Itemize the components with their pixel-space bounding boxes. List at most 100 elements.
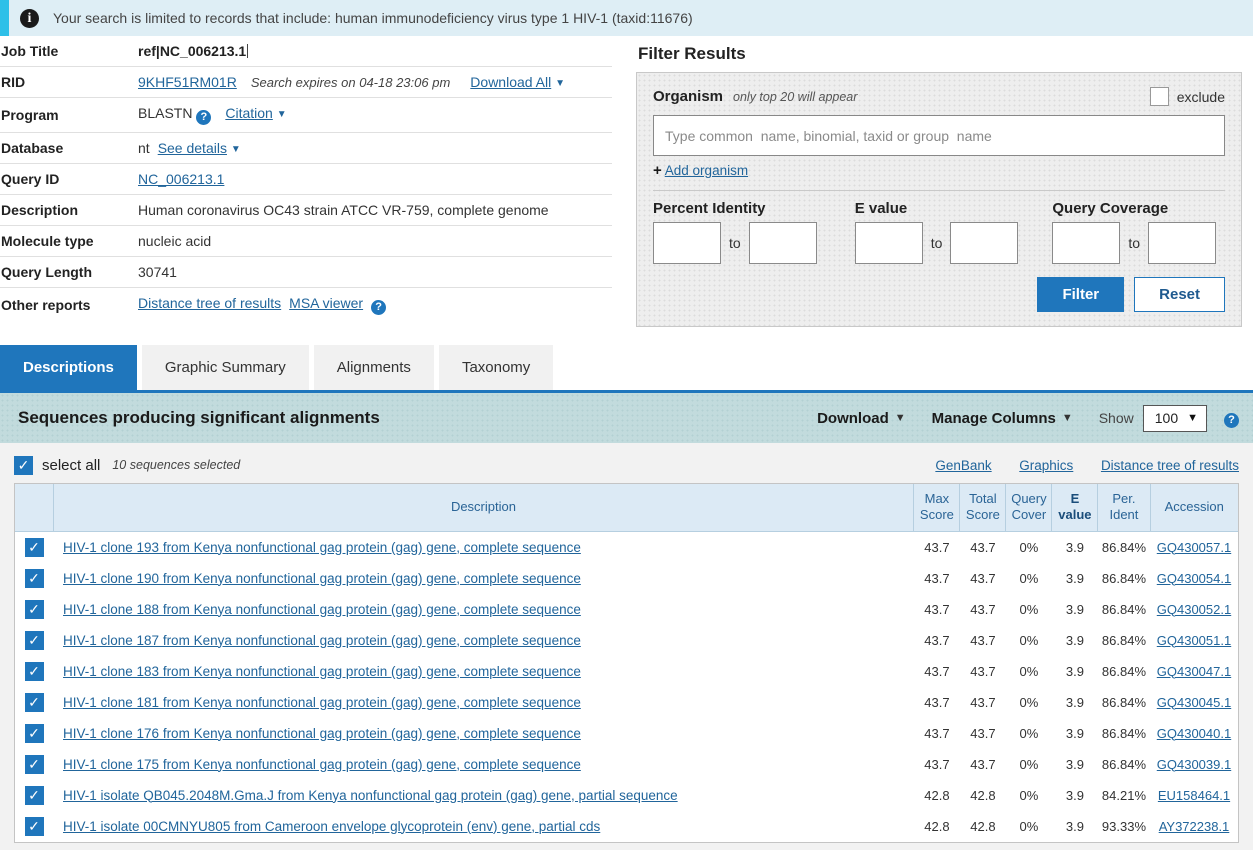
evalue-from-input[interactable] <box>854 222 923 264</box>
filter-results-title: Filter Results <box>638 44 746 63</box>
row-accession-link[interactable]: GQ430054.1 <box>1157 571 1231 586</box>
query-id-link[interactable]: NC_006213.1 <box>138 171 224 187</box>
row-description-link[interactable]: HIV-1 clone 183 from Kenya nonfunctional… <box>63 664 581 679</box>
msa-viewer-link[interactable]: MSA viewer <box>289 295 363 311</box>
row-description-cell: HIV-1 clone 175 from Kenya nonfunctional… <box>53 749 914 780</box>
chevron-down-icon[interactable]: ▼ <box>277 109 287 120</box>
summary-row-query-id: Query ID NC_006213.1 <box>0 163 612 195</box>
tab-taxonomy[interactable]: Taxonomy <box>438 345 554 390</box>
help-icon[interactable]: ? <box>196 110 212 125</box>
evalue-to-input[interactable] <box>950 222 1019 264</box>
row-accession-link[interactable]: GQ430039.1 <box>1157 757 1231 772</box>
graphics-link[interactable]: Graphics <box>1019 458 1073 473</box>
chevron-down-icon[interactable]: ▼ <box>555 78 565 89</box>
row-accession-link[interactable]: GQ430052.1 <box>1157 602 1231 617</box>
row-query-cover: 0% <box>1019 539 1039 555</box>
genbank-link[interactable]: GenBank <box>935 458 991 473</box>
header-evalue-line1: E <box>1070 491 1080 506</box>
row-checkbox[interactable]: ✓ <box>24 568 44 588</box>
percent-identity-to-input[interactable] <box>748 222 817 264</box>
row-accession-link[interactable]: GQ430047.1 <box>1157 664 1231 679</box>
header-accession[interactable]: Accession <box>1150 484 1238 532</box>
header-total-score[interactable]: Total Score <box>959 484 1007 532</box>
help-icon[interactable]: ? <box>1224 409 1239 428</box>
download-menu-label[interactable]: Download <box>817 410 889 427</box>
plus-icon: + <box>653 162 662 179</box>
exclude-checkbox[interactable] <box>1149 87 1169 106</box>
manage-columns-menu-label[interactable]: Manage Columns <box>932 410 1056 427</box>
tab-graphic-summary[interactable]: Graphic Summary <box>141 345 309 390</box>
row-checkbox[interactable]: ✓ <box>24 754 44 774</box>
row-accession-cell: GQ430054.1 <box>1150 563 1238 594</box>
row-checkbox[interactable]: ✓ <box>24 723 44 743</box>
row-accession-link[interactable]: GQ430040.1 <box>1157 726 1231 741</box>
row-checkbox[interactable]: ✓ <box>24 537 44 557</box>
query-coverage-to-input[interactable] <box>1148 222 1217 264</box>
row-description-link[interactable]: HIV-1 clone 190 from Kenya nonfunctional… <box>63 571 581 586</box>
add-organism-link[interactable]: Add organism <box>665 163 748 178</box>
row-checkbox[interactable]: ✓ <box>24 816 44 836</box>
row-accession-link[interactable]: GQ430057.1 <box>1157 540 1231 555</box>
row-accession-cell: GQ430057.1 <box>1150 531 1238 563</box>
header-evalue-line2: value <box>1058 507 1092 523</box>
row-accession-cell: EU158464.1 <box>1150 780 1238 811</box>
chevron-down-icon[interactable]: ▼ <box>1062 412 1073 424</box>
header-per-ident[interactable]: Per. Ident <box>1097 484 1151 532</box>
percent-identity-group: Percent Identity to <box>653 200 817 264</box>
see-details-link[interactable]: See details <box>158 140 227 156</box>
distance-tree-results-link[interactable]: Distance tree of results <box>1101 458 1239 473</box>
row-description-link[interactable]: HIV-1 clone 193 from Kenya nonfunctional… <box>63 540 581 555</box>
row-description-link[interactable]: HIV-1 clone 181 from Kenya nonfunctional… <box>63 695 581 710</box>
search-limit-text: Your search is limited to records that i… <box>53 10 693 26</box>
download-all-link[interactable]: Download All <box>470 74 551 90</box>
header-max-score[interactable]: Max Score <box>913 484 961 532</box>
add-organism-row[interactable]: + Add organism <box>653 162 1225 179</box>
header-evalue[interactable]: E value <box>1051 484 1099 532</box>
tab-descriptions[interactable]: Descriptions <box>0 345 137 390</box>
distance-tree-link[interactable]: Distance tree of results <box>138 295 281 311</box>
row-checkbox[interactable]: ✓ <box>24 599 44 619</box>
row-checkbox[interactable]: ✓ <box>24 692 44 712</box>
chevron-down-icon[interactable]: ▼ <box>231 144 241 155</box>
row-description-link[interactable]: HIV-1 clone 175 from Kenya nonfunctional… <box>63 757 581 772</box>
row-accession-link[interactable]: EU158464.1 <box>1158 788 1230 803</box>
row-description-link[interactable]: HIV-1 isolate 00CMNYU805 from Cameroon e… <box>63 819 600 834</box>
row-evalue: 3.9 <box>1065 539 1084 555</box>
percent-identity-from-input[interactable] <box>653 222 721 264</box>
header-max-score-line1: Max <box>924 491 950 506</box>
row-accession-cell: GQ430052.1 <box>1150 594 1238 625</box>
show-count-select[interactable]: 100 ▼ <box>1142 404 1207 432</box>
help-icon[interactable]: ? <box>371 300 387 315</box>
rid-expiry-text: Search expires on 04-18 23:06 pm <box>250 75 451 90</box>
row-accession-link[interactable]: AY372238.1 <box>1159 819 1230 834</box>
rid-link[interactable]: 9KHF51RM01R <box>138 74 237 90</box>
row-checkbox[interactable]: ✓ <box>24 630 44 650</box>
row-accession-link[interactable]: GQ430051.1 <box>1157 633 1231 648</box>
row-checkbox-cell: ✓ <box>15 718 53 749</box>
row-total-score: 43.7 <box>970 725 996 741</box>
chevron-down-icon[interactable]: ▼ <box>895 412 906 424</box>
row-description-link[interactable]: HIV-1 isolate QB045.2048M.Gma.J from Ken… <box>63 788 678 803</box>
row-max-score: 43.7 <box>924 570 950 586</box>
row-checkbox[interactable]: ✓ <box>24 785 44 805</box>
header-query-cover[interactable]: Query Cover <box>1005 484 1053 532</box>
header-query-cover-line2: Cover <box>1011 507 1047 523</box>
row-accession-link[interactable]: GQ430045.1 <box>1157 695 1231 710</box>
row-description-link[interactable]: HIV-1 clone 176 from Kenya nonfunctional… <box>63 726 581 741</box>
reset-button[interactable]: Reset <box>1134 277 1225 312</box>
organism-input[interactable] <box>653 115 1225 156</box>
header-description[interactable]: Description <box>53 484 915 532</box>
citation-link[interactable]: Citation <box>225 105 272 121</box>
tab-alignments[interactable]: Alignments <box>313 345 434 390</box>
row-checkbox[interactable]: ✓ <box>24 661 44 681</box>
select-all-checkbox[interactable]: ✓ <box>14 455 33 475</box>
row-evalue: 3.9 <box>1065 756 1084 772</box>
row-description-link[interactable]: HIV-1 clone 187 from Kenya nonfunctional… <box>63 633 581 648</box>
filter-button[interactable]: Filter <box>1037 277 1125 312</box>
row-evalue: 3.9 <box>1065 663 1084 679</box>
row-description-link[interactable]: HIV-1 clone 188 from Kenya nonfunctional… <box>63 602 581 617</box>
table-row: ✓ HIV-1 clone 187 from Kenya nonfunctiona… <box>15 625 1238 656</box>
exclude-control[interactable]: exclude <box>1149 87 1225 106</box>
row-total-score: 43.7 <box>970 632 996 648</box>
query-coverage-from-input[interactable] <box>1052 222 1121 264</box>
